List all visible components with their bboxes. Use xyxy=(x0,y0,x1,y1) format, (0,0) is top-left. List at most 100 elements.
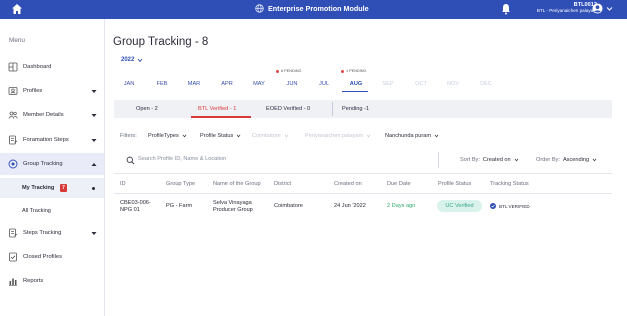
month-tab-jun[interactable]: JUN xyxy=(277,81,307,87)
month-tab-jan[interactable]: JAN xyxy=(114,81,144,87)
sidebar-item-member-details[interactable]: Member Details xyxy=(0,104,104,126)
sidebar-item-profiles[interactable]: Profiles xyxy=(0,80,104,102)
closed-profile-icon xyxy=(9,252,17,262)
search-input[interactable] xyxy=(138,156,338,162)
sidebar-item-label: Steps Tracking xyxy=(23,230,62,236)
cell-district: Coimbatore xyxy=(274,203,303,209)
column-header: Group Type xyxy=(166,181,196,187)
count-badge: 7 xyxy=(60,184,67,192)
month-tab-apr[interactable]: APR xyxy=(212,81,242,87)
year-value: 2022 xyxy=(121,57,135,63)
month-tab-mar[interactable]: MAR xyxy=(179,81,209,87)
column-header: District xyxy=(274,181,292,187)
filter-panchayat[interactable]: Nanchunda puram xyxy=(385,133,439,139)
month-tab-oct: OCT xyxy=(415,81,427,87)
sidebar-item-label: Closed Profiles xyxy=(23,254,62,260)
month-tab-feb[interactable]: FEB xyxy=(147,81,177,87)
year-select[interactable]: 2022 xyxy=(121,57,143,63)
pending-indicator-aug: 1 PENDING xyxy=(341,69,366,73)
caret-down-icon xyxy=(91,89,97,93)
caret-up-icon xyxy=(91,162,97,166)
status-tab-pending[interactable]: Pending -1 xyxy=(342,100,369,118)
sidebar-item-group-tracking[interactable]: Group Tracking xyxy=(0,153,104,175)
filters-label: Filters: xyxy=(120,133,137,139)
column-header: Profile Status xyxy=(438,181,472,187)
filter-district: Coimbatore xyxy=(252,133,289,139)
filter-block: Periyanaichen palayam xyxy=(305,133,371,139)
steps-tracking-icon xyxy=(9,228,18,238)
column-header: Due Date xyxy=(387,181,411,187)
sidebar-item-label: Dashboard xyxy=(23,64,52,70)
status-tab-eoed-verified[interactable]: EOED Verified - 0 xyxy=(266,100,310,118)
user-role: BTL - Periyanaichen palayam xyxy=(536,8,597,13)
sidebar-subitem-my-tracking[interactable]: My Tracking 7 xyxy=(0,178,104,198)
caret-down-icon xyxy=(91,231,97,235)
chevron-down-icon[interactable] xyxy=(606,6,613,12)
order-by-value: Ascending xyxy=(562,157,590,163)
page-title: Group Tracking - 8 xyxy=(113,36,209,48)
globe-icon xyxy=(255,4,264,13)
sidebar-subitem-all-tracking[interactable]: All Tracking xyxy=(0,201,104,221)
tracking-status: BTL VERIFIED xyxy=(490,203,530,209)
month-tab-sep: SEP xyxy=(382,81,394,87)
sidebar-item-label: Member Details xyxy=(23,112,64,118)
top-bar: Enterprise Promotion Module BTL0012 BTL … xyxy=(0,0,627,19)
filter-profile-types[interactable]: ProfileTypes xyxy=(148,133,187,139)
menu-title: Menu xyxy=(9,37,25,44)
sidebar-item-label: Reports xyxy=(23,278,44,284)
column-header: Tracking Status xyxy=(490,181,529,187)
tracking-icon xyxy=(8,159,18,169)
account-circle-icon[interactable] xyxy=(592,3,603,14)
month-tab-may[interactable]: MAY xyxy=(244,81,274,87)
sidebar-subitem-label: My Tracking xyxy=(22,185,55,191)
steps-icon xyxy=(9,135,18,145)
divider xyxy=(438,152,439,168)
month-tabs: 6 PENDING 1 PENDING JAN FEB MAR APR MAY … xyxy=(106,69,506,97)
status-tab-open[interactable]: Open - 2 xyxy=(136,100,158,118)
chevron-down-icon xyxy=(284,134,289,138)
pending-indicator-jun: 6 PENDING xyxy=(276,69,301,73)
status-tabs: Open - 2 BTL Verified - 1 EOED Verified … xyxy=(114,100,612,118)
divider xyxy=(114,173,612,174)
sidebar-subitem-label: All Tracking xyxy=(22,208,51,214)
sidebar-item-label: Foramation Steps xyxy=(23,137,69,143)
user-info[interactable]: BTL0012 BTL - Periyanaichen palayam xyxy=(537,2,597,14)
chevron-down-icon xyxy=(138,58,143,62)
status-tab-indicator xyxy=(191,116,251,118)
month-tab-dec: DEC xyxy=(480,81,492,87)
table-header: ID Group Type Name of the Group District… xyxy=(114,178,612,192)
sidebar-item-label: Profiles xyxy=(23,88,43,94)
sidebar-item-reports[interactable]: Reports xyxy=(0,270,104,292)
bell-icon[interactable] xyxy=(501,3,511,15)
order-by-select[interactable]: Order By: Ascending xyxy=(536,157,597,163)
filter-profile-status[interactable]: Profile Status xyxy=(200,133,241,139)
profile-icon xyxy=(8,87,18,95)
sort-by-select[interactable]: Sort By: Created on xyxy=(460,157,519,163)
home-icon[interactable] xyxy=(11,3,23,15)
divider xyxy=(114,193,612,194)
column-header: ID xyxy=(120,181,126,187)
month-tab-jul[interactable]: JUL xyxy=(309,81,339,87)
search-icon xyxy=(126,156,135,165)
month-tab-aug[interactable]: AUG xyxy=(341,81,371,87)
month-tab-indicator xyxy=(342,91,368,93)
tracking-status-text: BTL VERIFIED xyxy=(499,203,530,209)
profile-status-badge: UC Verified xyxy=(437,200,482,212)
sidebar-item-steps-tracking[interactable]: Steps Tracking xyxy=(0,222,104,244)
cell-group-type: PG - Farm xyxy=(166,203,193,209)
sidebar-item-label: Group Tracking xyxy=(23,161,63,167)
sort-by-label: Sort By: xyxy=(460,157,480,163)
sidebar-item-dashboard[interactable]: Dashboard xyxy=(0,56,104,78)
sidebar-item-closed-profiles[interactable]: Closed Profiles xyxy=(0,246,104,268)
table-row[interactable]: CBE03-006- NPG 01 PG - Farm Selva Vinaya… xyxy=(114,195,612,221)
caret-down-icon xyxy=(91,113,97,117)
dashboard-icon xyxy=(8,62,18,72)
cell-created-on: 24 Jun '2022 xyxy=(334,203,366,209)
cell-group-name: Selva Vinayaga Producer Group xyxy=(213,200,253,213)
sidebar-item-foramation-steps[interactable]: Foramation Steps xyxy=(0,129,104,151)
divider xyxy=(332,102,333,116)
month-tab-nov: NOV xyxy=(446,81,460,87)
chevron-down-icon xyxy=(514,158,518,162)
chevron-down-icon xyxy=(236,134,241,138)
members-icon xyxy=(8,111,18,119)
